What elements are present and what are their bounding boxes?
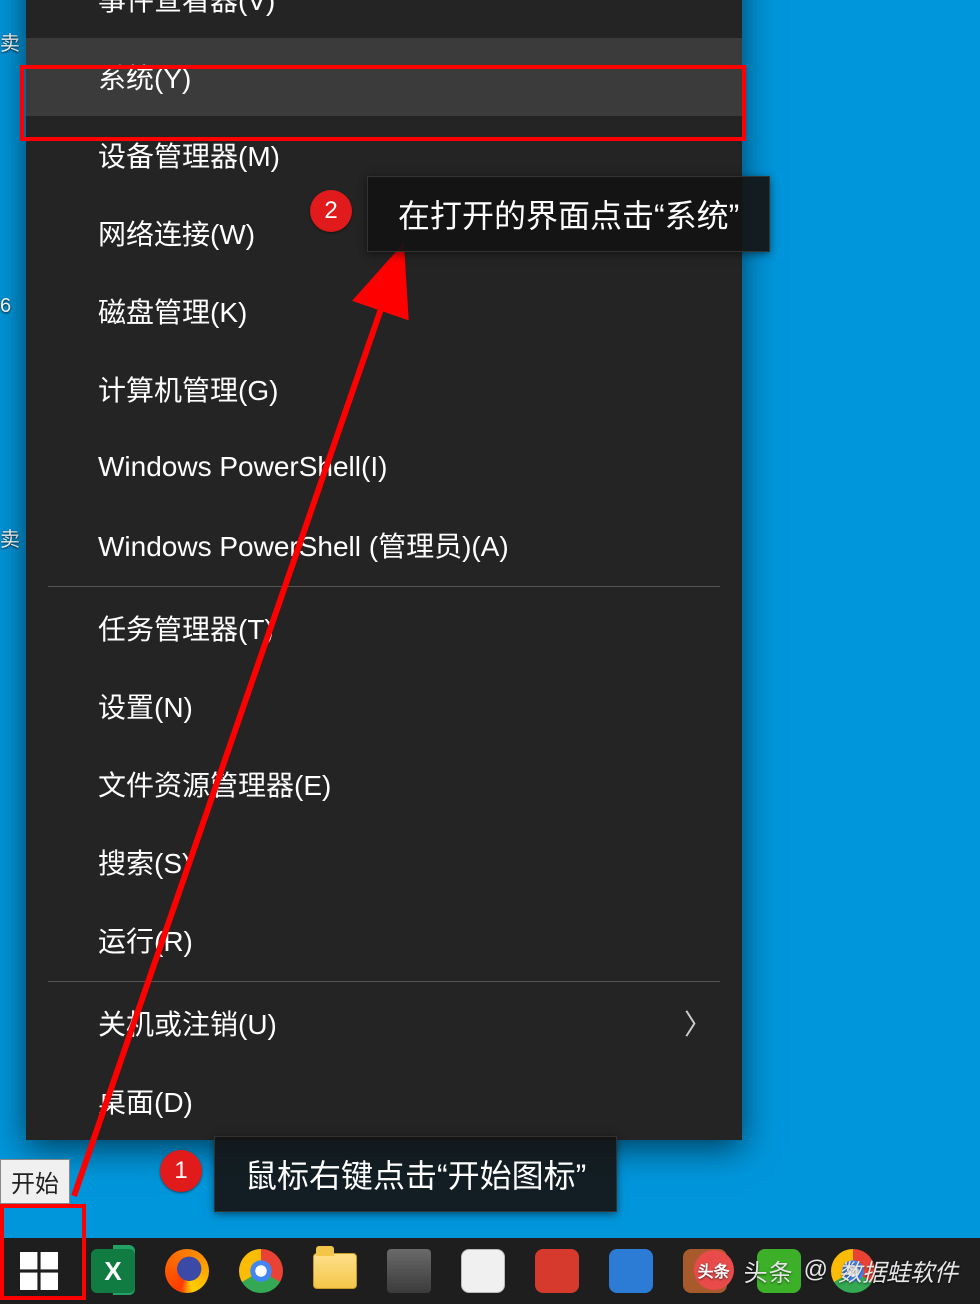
menu-system[interactable]: 系统(Y) [26, 38, 742, 116]
menu-item-label: 关机或注销(U) [98, 1003, 277, 1043]
desktop-icon-label-fragment: 6 [0, 296, 11, 316]
annotation-badge-2: 2 [310, 190, 352, 232]
menu-item-label: 计算机管理(G) [98, 369, 278, 409]
menu-item-label: 桌面(D) [98, 1081, 193, 1121]
menu-task-manager[interactable]: 任务管理器(T) [26, 589, 742, 667]
menu-desktop[interactable]: 桌面(D) [26, 1062, 742, 1140]
desktop-icon-label-fragment: 卖 [0, 530, 20, 550]
menu-item-label: Windows PowerShell (管理员)(A) [98, 525, 509, 565]
watermark-logo-icon: 头条 [694, 1250, 734, 1290]
app-icon [535, 1249, 579, 1293]
app-icon [387, 1249, 431, 1293]
app-icon [609, 1249, 653, 1293]
menu-item-label: 任务管理器(T) [98, 608, 274, 648]
menu-item-label: 设置(N) [98, 686, 193, 726]
taskbar-excel[interactable]: X [76, 1240, 150, 1302]
taskbar-app-4[interactable] [594, 1240, 668, 1302]
menu-powershell[interactable]: Windows PowerShell(I) [26, 428, 742, 506]
annotation-label-2: 在打开的界面点击“系统” [367, 176, 770, 252]
menu-item-label: 磁盘管理(K) [98, 291, 247, 331]
chevron-right-icon: 〉 [684, 1003, 712, 1043]
annotation-label-1: 鼠标右键点击“开始图标” [214, 1136, 617, 1212]
windows-logo-icon [20, 1252, 58, 1290]
start-button[interactable] [2, 1240, 76, 1302]
menu-item-label: 设备管理器(M) [98, 135, 280, 175]
menu-item-label: 网络连接(W) [98, 213, 255, 253]
chrome-icon [239, 1249, 283, 1293]
watermark-prefix: 头条 [744, 1253, 794, 1288]
desktop-icon-label-fragment: 卖 [0, 34, 20, 54]
taskbar-app-3[interactable] [520, 1240, 594, 1302]
firefox-icon [165, 1249, 209, 1293]
watermark: 头条 头条 @ 数据蛙软件 [694, 1250, 958, 1290]
menu-search[interactable]: 搜索(S) [26, 823, 742, 901]
menu-item-label: 系统(Y) [98, 57, 191, 97]
excel-icon: X [91, 1249, 135, 1293]
taskbar-firefox[interactable] [150, 1240, 224, 1302]
annotation-badge-1: 1 [160, 1150, 202, 1192]
menu-event-viewer[interactable]: 事件查看器(V) [26, 0, 742, 38]
start-tooltip: 开始 [0, 1159, 70, 1204]
menu-computer-management[interactable]: 计算机管理(G) [26, 350, 742, 428]
menu-item-label: 事件查看器(V) [98, 0, 275, 19]
menu-separator [48, 981, 720, 982]
taskbar-chrome[interactable] [224, 1240, 298, 1302]
menu-item-label: Windows PowerShell(I) [98, 451, 387, 483]
menu-item-label: 文件资源管理器(E) [98, 764, 331, 804]
taskbar-app-2[interactable] [446, 1240, 520, 1302]
menu-item-label: 运行(R) [98, 920, 193, 960]
menu-powershell-admin[interactable]: Windows PowerShell (管理员)(A) [26, 506, 742, 584]
menu-run[interactable]: 运行(R) [26, 901, 742, 979]
taskbar-app-1[interactable] [372, 1240, 446, 1302]
menu-file-explorer[interactable]: 文件资源管理器(E) [26, 745, 742, 823]
menu-separator [48, 586, 720, 587]
menu-disk-management[interactable]: 磁盘管理(K) [26, 272, 742, 350]
winx-context-menu: 事件查看器(V) 系统(Y) 设备管理器(M) 网络连接(W) 磁盘管理(K) 计算机管理… [26, 0, 742, 1140]
menu-settings[interactable]: 设置(N) [26, 667, 742, 745]
watermark-at: @ [804, 1256, 828, 1284]
taskbar-file-explorer[interactable] [298, 1240, 372, 1302]
menu-item-label: 搜索(S) [98, 842, 191, 882]
watermark-author: 数据蛙软件 [838, 1253, 958, 1288]
app-icon [461, 1249, 505, 1293]
menu-shutdown-logoff[interactable]: 关机或注销(U) 〉 [26, 984, 742, 1062]
folder-icon [313, 1253, 357, 1289]
